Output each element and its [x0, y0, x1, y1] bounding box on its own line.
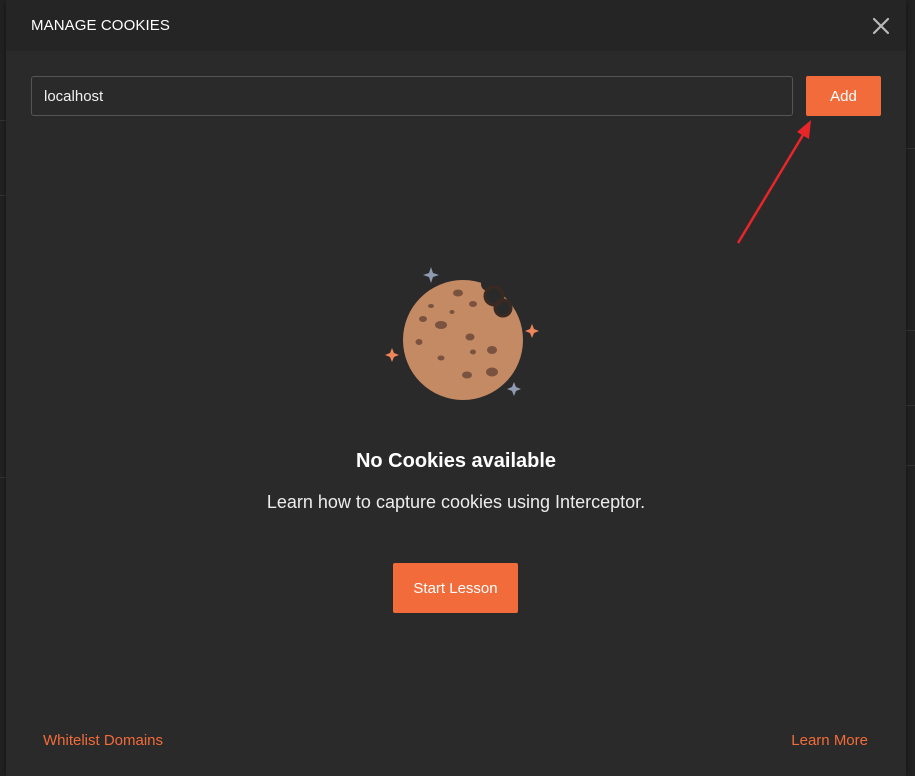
close-icon[interactable] [870, 15, 892, 37]
modal-title: MANAGE COOKIES [31, 17, 170, 34]
manage-cookies-modal: MANAGE COOKIES Add [6, 0, 906, 776]
cookie-icon [376, 262, 546, 407]
domain-input[interactable] [31, 76, 793, 116]
whitelist-domains-link[interactable]: Whitelist Domains [43, 732, 163, 749]
background-divider [906, 330, 915, 331]
add-button[interactable]: Add [806, 76, 881, 116]
background-divider [906, 465, 915, 466]
background-divider [906, 405, 915, 406]
empty-state-title: No Cookies available [355, 450, 557, 472]
background-divider [906, 148, 915, 149]
start-lesson-button[interactable]: Start Lesson [393, 563, 518, 613]
learn-more-link[interactable]: Learn More [791, 732, 868, 749]
modal-header: MANAGE COOKIES [6, 0, 906, 51]
empty-state-description: Learn how to capture cookies using Inter… [266, 492, 646, 512]
